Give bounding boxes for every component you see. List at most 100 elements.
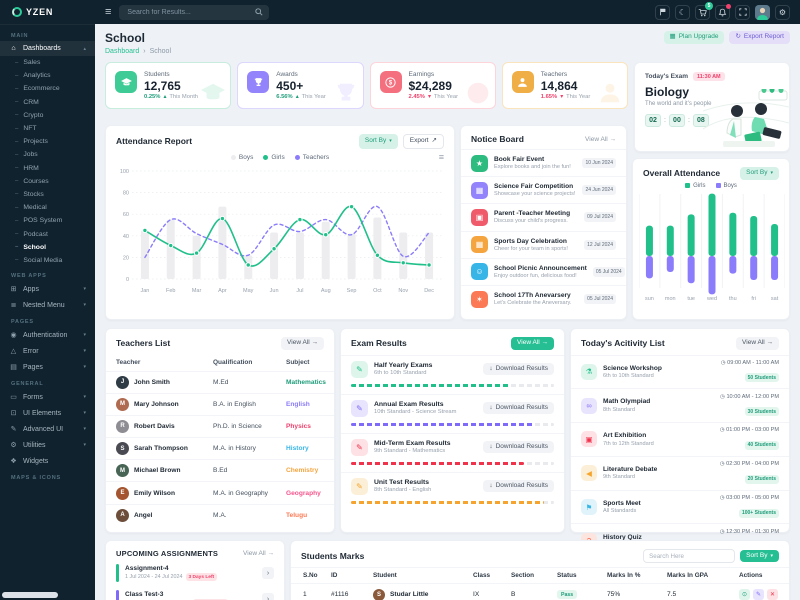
sidebar-item-pages[interactable]: ▤Pages▾ [0,359,95,375]
menu-toggle-icon[interactable]: ≡ [105,7,111,18]
export-report-button[interactable]: ↻Export Report [729,31,790,44]
assignment-assignment-4[interactable]: Assignment-41 Jul 2024 - 24 Jul 20243 Da… [106,560,284,586]
sidebar-item-ui-elements[interactable]: ⊡UI Elements▾ [0,405,95,421]
notifications-bell-icon[interactable] [715,5,730,20]
legend-item-girls[interactable]: Girls [685,183,705,189]
fullscreen-icon[interactable] [735,5,750,20]
sidebar-item-advanced-ui[interactable]: ✎Advanced UI▾ [0,421,95,437]
activity-math-olympiad[interactable]: ∞Math Olympiad8th Standard◷ 10:00 AM - 1… [571,388,789,422]
download-results-button[interactable]: ↓Download Results [483,441,554,454]
teacher-row-mary-johnson[interactable]: MMary JohnsonB.A. in EnglishEnglish [106,393,334,415]
sidebar-item-social-media[interactable]: –Social Media [0,254,95,267]
sidebar-item-analytics[interactable]: –Analytics [0,69,95,82]
svg-text:Jan: Jan [140,288,149,294]
activity-sports-meet[interactable]: ⚑Sports MeetAll Standards◷ 03:00 PM - 05… [571,490,789,524]
exam-results-view-all-button[interactable]: View All → [511,337,554,350]
sidebar-item-crypto[interactable]: –Crypto [0,109,95,122]
download-results-button[interactable]: ↓Download Results [483,480,554,493]
attendance-sort-button[interactable]: Sort By▾ [359,134,398,149]
activity-art-exhibition[interactable]: ▣Art Exhibition7th to 12th Standard◷ 01:… [571,422,789,456]
legend-item-girls[interactable]: Girls [263,154,284,161]
sidebar-item-error[interactable]: △Error▾ [0,343,95,359]
teachers-view-all-button[interactable]: View All → [281,337,324,350]
result-subtitle: 8th Standard - English [374,487,431,493]
dash-icon: – [15,73,18,79]
download-icon: ↓ [489,405,492,412]
notice-view-all-link[interactable]: View All → [585,136,616,143]
sidebar-item-authentication[interactable]: ◉Authentication▾ [0,327,95,343]
dark-mode-icon[interactable]: ☾ [675,5,690,20]
app-logo[interactable]: YZEN [0,0,95,25]
svg-text:Feb: Feb [166,288,175,294]
sidebar-item-stocks[interactable]: –Stocks [0,188,95,201]
edit-icon[interactable]: ✎ [753,589,764,600]
notice-item-parent-teacher-meeting[interactable]: ▣Parent -Teacher MeetingDiscuss your chi… [461,203,626,230]
notice-title: School Picnic Announcement [494,265,587,272]
activity-science-workshop[interactable]: ⚗Science Workshop6th to 10th Standard◷ 0… [571,355,789,389]
legend-item-teachers[interactable]: Teachers [295,154,329,161]
assignments-view-all-link[interactable]: View All → [243,550,274,557]
teacher-row-john-smith[interactable]: JJohn SmithM.EdMathematics [106,371,334,393]
sidebar-item-school[interactable]: –School [0,241,95,254]
sidebar-item-forms[interactable]: ▭Forms▾ [0,389,95,405]
search-icon[interactable] [255,8,263,16]
sidebar-item-medical[interactable]: –Medical [0,201,95,214]
language-flag-icon[interactable] [655,5,670,20]
sidebar-item-projects[interactable]: –Projects [0,135,95,148]
download-results-button[interactable]: ↓Download Results [483,363,554,376]
sidebar-item-ecommerce[interactable]: –Ecommerce [0,82,95,95]
notice-item-book-fair-event[interactable]: ★Book Fair EventExplore books and join t… [461,149,626,176]
teacher-row-emily-wilson[interactable]: EEmily WilsonM.A. in GeographyGeography [106,481,334,503]
breadcrumb-dashboard[interactable]: Dashboard [105,48,139,55]
svg-text:mon: mon [665,296,676,302]
marks-sort-button[interactable]: Sort By▾ [740,550,779,563]
teacher-row-michael-brown[interactable]: MMichael BrownB.EdChemistry [106,459,334,481]
horizontal-scrollbar[interactable] [2,592,58,598]
view-icon[interactable]: ⊙ [739,589,750,600]
activity-title: Art Exhibition [603,432,654,439]
notice-item-school-17th-anevarsery[interactable]: ✶School 17Th AnevarseryLet's Celebrate t… [461,285,626,312]
legend-item-boys[interactable]: Boys [716,183,737,189]
activity-view-all-button[interactable]: View All → [736,337,779,350]
sidebar-item-hrm[interactable]: –HRM [0,162,95,175]
students-search-input[interactable] [643,549,735,563]
sidebar-item-jobs[interactable]: –Jobs [0,148,95,161]
sidebar-item-crm[interactable]: –CRM [0,96,95,109]
notice-item-science-fair-competition[interactable]: ▦Science Fair CompetitionShowcase your s… [461,176,626,203]
activity-list-title: Today's Acitivity List [581,338,665,348]
download-results-button[interactable]: ↓Download Results [483,402,554,415]
chart-menu-icon[interactable]: ≡ [439,152,444,162]
legend-item-boys[interactable]: Boys [231,154,253,161]
notice-item-sports-day-celebration[interactable]: ▦Sports Day CelebrationCheer for your te… [461,231,626,258]
overall-sort-button[interactable]: Sort By▾ [740,167,779,180]
sidebar-item-courses[interactable]: –Courses [0,175,95,188]
teacher-row-angel[interactable]: AAngelM.A.Telugu [106,504,334,526]
search-input[interactable] [125,8,243,17]
settings-gear-icon[interactable]: ⚙ [775,5,790,20]
attendance-export-button[interactable]: Export↗ [403,134,444,149]
sidebar-item-nested-menu[interactable]: ≣Nested Menu▾ [0,297,95,313]
teacher-row-sarah-thompson[interactable]: SSarah ThompsonM.A. in HistoryHistory [106,437,334,459]
plan-upgrade-button[interactable]: ▦Plan Upgrade [664,31,725,44]
sidebar-item-apps[interactable]: ⊞Apps▾ [0,281,95,297]
assignment-class-test-3[interactable]: Class Test-314 Aug 2024 - 30 Aug 202416 … [106,586,284,600]
activity-literature-debate[interactable]: ◀Literature Debate9th Standard◷ 02:30 PM… [571,456,789,490]
cart-icon[interactable]: 5 [695,5,710,20]
marks-row[interactable]: 1#1116SStudar LittleIXBPass75%7.5⊙✎✕ [291,583,789,600]
user-avatar[interactable] [755,5,770,20]
students-count-badge: 50 Students [745,373,779,382]
chevron-right-icon[interactable]: › [262,593,274,600]
sidebar-item-nft[interactable]: –NFT [0,122,95,135]
sidebar-item-dashboards[interactable]: ⌂Dashboards▴ [0,41,95,56]
sidebar-item-pos-system[interactable]: –POS System [0,214,95,227]
chevron-right-icon[interactable]: › [262,567,274,579]
notice-item-school-picnic-announcement[interactable]: ☺School Picnic AnnouncementEnjoy outdoor… [461,258,626,285]
svg-text:0: 0 [126,277,129,283]
sidebar-item-utilities[interactable]: ⚙Utilities▾ [0,437,95,453]
delete-icon[interactable]: ✕ [767,589,778,600]
result-progress [351,462,554,465]
sidebar-item-widgets[interactable]: ❖Widgets [0,453,95,469]
sidebar-item-podcast[interactable]: –Podcast [0,227,95,240]
sidebar-item-sales[interactable]: –Sales [0,56,95,69]
teacher-row-robert-davis[interactable]: RRobert DavisPh.D. in SciencePhysics [106,415,334,437]
